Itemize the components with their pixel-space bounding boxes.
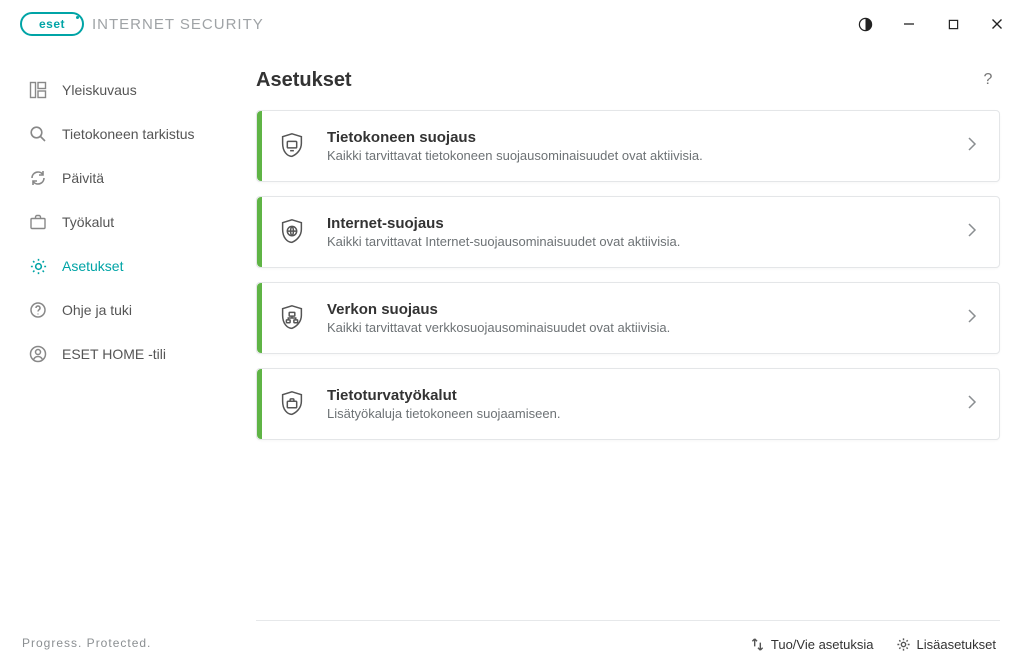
footer-link-label: Tuo/Vie asetuksia	[771, 637, 874, 652]
product-name: INTERNET SECURITY	[92, 16, 264, 33]
sidebar-item-scan[interactable]: Tietokoneen tarkistus	[0, 112, 256, 156]
refresh-icon	[28, 168, 48, 188]
page-help-button[interactable]: ?	[976, 68, 1000, 92]
card-network-protection[interactable]: Verkon suojaus Kaikki tarvittavat verkko…	[256, 282, 1000, 354]
card-subtitle: Lisätyökaluja tietokoneen suojaamiseen.	[327, 406, 955, 421]
sidebar-item-overview[interactable]: Yleiskuvaus	[0, 68, 256, 112]
card-subtitle: Kaikki tarvittavat Internet-suojausomina…	[327, 234, 955, 249]
chevron-right-icon	[955, 308, 977, 329]
sidebar-item-settings[interactable]: Asetukset	[0, 244, 256, 288]
page-title: Asetukset	[256, 69, 352, 92]
chevron-right-icon	[955, 136, 977, 157]
gear-icon	[896, 637, 911, 652]
shield-monitor-icon	[257, 131, 327, 161]
sidebar-item-tools[interactable]: Työkalut	[0, 200, 256, 244]
close-button[interactable]	[988, 15, 1006, 33]
chevron-right-icon	[955, 222, 977, 243]
sidebar-item-label: Ohje ja tuki	[62, 302, 132, 318]
sidebar-item-label: Päivitä	[62, 170, 104, 186]
sidebar-item-label: Työkalut	[62, 214, 114, 230]
tagline: Progress. Protected.	[0, 616, 256, 670]
search-icon	[28, 124, 48, 144]
briefcase-icon	[28, 212, 48, 232]
footer-link-label: Lisäasetukset	[917, 637, 997, 652]
brand-text: eset	[39, 17, 65, 31]
card-security-tools[interactable]: Tietoturvatyökalut Lisätyökaluja tietoko…	[256, 368, 1000, 440]
shield-briefcase-icon	[257, 389, 327, 419]
shield-globe-icon	[257, 217, 327, 247]
maximize-button[interactable]	[944, 15, 962, 33]
dashboard-icon	[28, 80, 48, 100]
import-export-icon	[750, 637, 765, 652]
sidebar-item-label: ESET HOME -tili	[62, 346, 166, 362]
card-computer-protection[interactable]: Tietokoneen suojaus Kaikki tarvittavat t…	[256, 110, 1000, 182]
sidebar-item-account[interactable]: ESET HOME -tili	[0, 332, 256, 376]
sidebar-item-label: Tietokoneen tarkistus	[62, 126, 195, 142]
chevron-right-icon	[955, 394, 977, 415]
minimize-button[interactable]	[900, 15, 918, 33]
help-icon	[28, 300, 48, 320]
card-subtitle: Kaikki tarvittavat verkkosuojausominaisu…	[327, 320, 955, 335]
sidebar-item-label: Yleiskuvaus	[62, 82, 137, 98]
advanced-settings-link[interactable]: Lisäasetukset	[896, 637, 997, 652]
user-icon	[28, 344, 48, 364]
import-export-link[interactable]: Tuo/Vie asetuksia	[750, 637, 874, 652]
card-title: Tietokoneen suojaus	[327, 129, 955, 146]
card-internet-protection[interactable]: Internet-suojaus Kaikki tarvittavat Inte…	[256, 196, 1000, 268]
sidebar-item-update[interactable]: Päivitä	[0, 156, 256, 200]
gear-icon	[28, 256, 48, 276]
card-title: Verkon suojaus	[327, 301, 955, 318]
contrast-icon[interactable]	[856, 15, 874, 33]
shield-network-icon	[257, 303, 327, 333]
card-title: Internet-suojaus	[327, 215, 955, 232]
card-subtitle: Kaikki tarvittavat tietokoneen suojausom…	[327, 148, 955, 163]
card-title: Tietoturvatyökalut	[327, 387, 955, 404]
sidebar-item-label: Asetukset	[62, 258, 123, 274]
brand-logo: eset INTERNET SECURITY	[20, 12, 264, 36]
brand-badge: eset	[20, 12, 84, 36]
sidebar-item-help[interactable]: Ohje ja tuki	[0, 288, 256, 332]
